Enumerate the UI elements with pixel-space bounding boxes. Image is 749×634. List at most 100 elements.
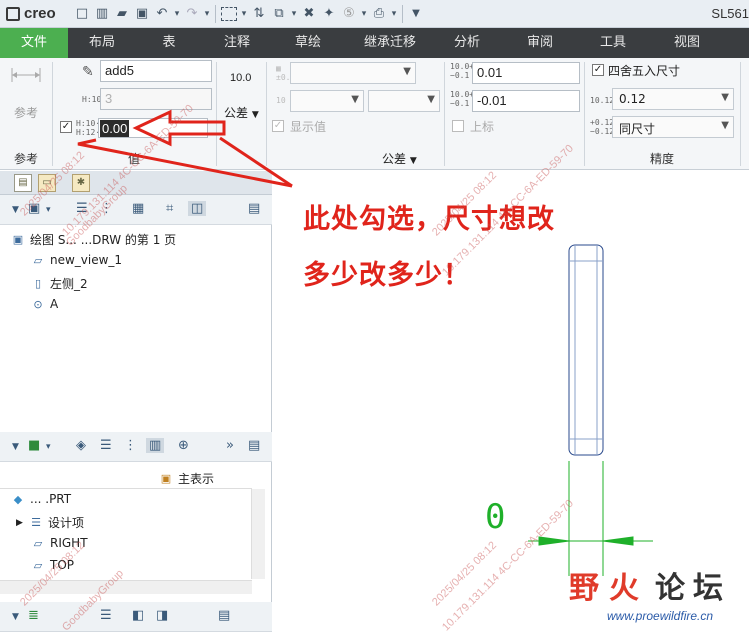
dimension-arrow-right: [602, 536, 634, 546]
model-dropdown-icon[interactable]: ▾: [46, 442, 51, 452]
close-window-icon[interactable]: ✖: [299, 6, 319, 21]
reference-group-label: 参考: [14, 152, 39, 166]
layer-icon[interactable]: ≣: [28, 608, 39, 623]
tab-layout[interactable]: 布局: [68, 28, 136, 58]
round-dimension-checkbox[interactable]: ✓: [592, 64, 604, 76]
new-icon[interactable]: □: [72, 6, 92, 21]
view-icon: ▱: [33, 253, 43, 267]
expand-chevron-icon[interactable]: ▶: [16, 518, 28, 528]
tolerance-decimal-value: 同尺寸: [619, 122, 656, 136]
collapse-chevron-icon[interactable]: ▼: [12, 612, 19, 622]
tab-legacy-migration[interactable]: 继承迁移: [344, 28, 436, 58]
redo-dropdown-icon[interactable]: ▾: [202, 9, 212, 19]
select-dropdown-icon[interactable]: ▾: [239, 9, 249, 19]
print-icon[interactable]: ⎙: [369, 6, 389, 21]
part-side-view[interactable]: [568, 244, 604, 456]
decimal-places-value: 0.12: [619, 92, 646, 106]
tree-columns-icon[interactable]: ⋮: [124, 438, 137, 453]
layer-hide-icon[interactable]: ◨: [156, 608, 168, 623]
eraser-icon[interactable]: ◈: [76, 438, 86, 453]
tree-row[interactable]: ▣ 绘图 S... ...DRW 的第 1 页: [10, 231, 176, 248]
layers-icon[interactable]: ◫: [188, 201, 207, 216]
upper-tolerance-field[interactable]: 0.01: [472, 62, 580, 84]
tab-analysis[interactable]: 分析: [436, 28, 498, 58]
show-icon[interactable]: ⊕: [178, 438, 189, 453]
dimension-value-text[interactable]: 0: [485, 497, 505, 537]
layer-view-icon[interactable]: ◧: [132, 608, 144, 623]
step-dropdown-icon[interactable]: ▾: [359, 9, 369, 19]
redo-icon[interactable]: ↷: [182, 6, 202, 21]
sheet-dropdown-icon[interactable]: ▾: [46, 205, 51, 215]
model-tree-tab-icon[interactable]: ▤: [14, 174, 32, 192]
toolbar-separator: [402, 4, 403, 23]
tab-view[interactable]: 视图: [644, 28, 730, 58]
save-icon[interactable]: ▣: [132, 6, 152, 21]
tolerance-group-label-button[interactable]: 公差 ▼: [382, 150, 417, 167]
tab-review[interactable]: 审阅: [498, 28, 582, 58]
vertical-scrollbar[interactable]: [251, 489, 265, 579]
more-icon[interactable]: »: [226, 438, 234, 453]
tolerance-dropdown-button[interactable]: 公差 ▼: [224, 104, 259, 121]
window-dropdown-icon[interactable]: ▾: [289, 9, 299, 19]
undo-dropdown-icon[interactable]: ▾: [172, 9, 182, 19]
lower-tolerance-field[interactable]: -0.01: [472, 90, 580, 112]
tolerance-table-dropdown[interactable]: ▼: [290, 62, 416, 84]
favorites-tab-icon[interactable]: ✱: [72, 174, 90, 192]
fit-class-dropdown[interactable]: ▼: [290, 90, 364, 112]
window-menu-icon[interactable]: [6, 6, 20, 21]
superscript-checkbox[interactable]: [452, 120, 464, 132]
main-representation-label: 主表示: [178, 472, 215, 486]
open-icon[interactable]: ▥: [92, 6, 112, 21]
panel-settings-icon[interactable]: ▤: [248, 438, 260, 453]
decimal-places-dropdown[interactable]: 0.12 ▼: [612, 88, 734, 110]
tab-sketch[interactable]: 草绘: [272, 28, 344, 58]
tree-row[interactable]: ⊙ A: [30, 297, 58, 311]
chevron-down-icon: ▼: [721, 92, 729, 103]
group-separator: [266, 62, 267, 166]
tree-row[interactable]: ▯ 左侧_2: [30, 275, 88, 292]
creo-logo-text: creo: [24, 5, 56, 22]
override-value-input[interactable]: 0.00: [98, 118, 208, 138]
tree-row[interactable]: ▱ new_view_1: [30, 253, 122, 267]
chevron-down-icon: ▼: [403, 66, 411, 77]
tab-annotate[interactable]: 注释: [202, 28, 272, 58]
quick-access-toolbar: □ ▥ ▰ ▣ ↶ ▾ ↷ ▾ ▾ ⇅ ⧉ ▾ ✖ ✦ ⑤ ▾ ⎙ ▾ ▼: [72, 4, 426, 23]
name-pencil-icon: ✎: [82, 64, 94, 80]
reference-button[interactable]: 参考: [8, 64, 48, 124]
override-value-checkbox[interactable]: ✓: [60, 121, 72, 133]
collapse-chevron-icon[interactable]: ▼: [12, 442, 19, 452]
open-folder-icon[interactable]: ▰: [112, 6, 132, 21]
toolbar-separator: [215, 4, 216, 23]
tree-row[interactable]: ◆ ... .PRT: [10, 492, 71, 506]
undo-icon[interactable]: ↶: [152, 6, 172, 21]
customize-icon[interactable]: ▼: [406, 8, 426, 19]
fit-grade-dropdown[interactable]: ▼: [368, 90, 440, 112]
select-box-icon[interactable]: [221, 6, 237, 21]
panel-settings-icon[interactable]: ▤: [248, 201, 260, 216]
model-cube-icon[interactable]: ■: [28, 438, 40, 453]
group-separator: [216, 62, 217, 166]
table-icon[interactable]: ▦: [132, 201, 144, 216]
nominal-value-field[interactable]: 3: [100, 88, 212, 110]
step-icon[interactable]: ⑤: [339, 6, 359, 21]
print-dropdown-icon[interactable]: ▾: [389, 9, 399, 19]
tab-table[interactable]: 表: [136, 28, 202, 58]
window-icon[interactable]: ⧉: [269, 6, 289, 21]
show-value-checkbox[interactable]: ✓: [272, 120, 284, 132]
tab-file[interactable]: 文件: [0, 28, 68, 58]
tree-list-icon[interactable]: ☰: [100, 608, 112, 623]
dimension-name-field[interactable]: add5: [100, 60, 212, 82]
layer-settings-icon[interactable]: ▤: [218, 608, 230, 623]
main-representation[interactable]: ▣ 主表示: [158, 470, 214, 487]
tree-row[interactable]: ▶ ☰ 设计项: [16, 514, 84, 531]
part-icon: ◆: [13, 492, 23, 506]
upper-tolerance-symbol: 10.0+0.2 −0.1: [450, 62, 489, 80]
regenerate-icon[interactable]: ⇅: [249, 6, 269, 21]
frame-icon[interactable]: ⌗: [166, 201, 173, 216]
tab-tools[interactable]: 工具: [582, 28, 644, 58]
tree-filter-icon[interactable]: ▥: [146, 438, 165, 453]
tolerance-decimal-dropdown[interactable]: 同尺寸 ▼: [612, 116, 734, 138]
group-separator: [740, 62, 741, 166]
tree-list-icon[interactable]: ☰: [100, 438, 112, 453]
ipad-icon[interactable]: ✦: [319, 6, 339, 21]
